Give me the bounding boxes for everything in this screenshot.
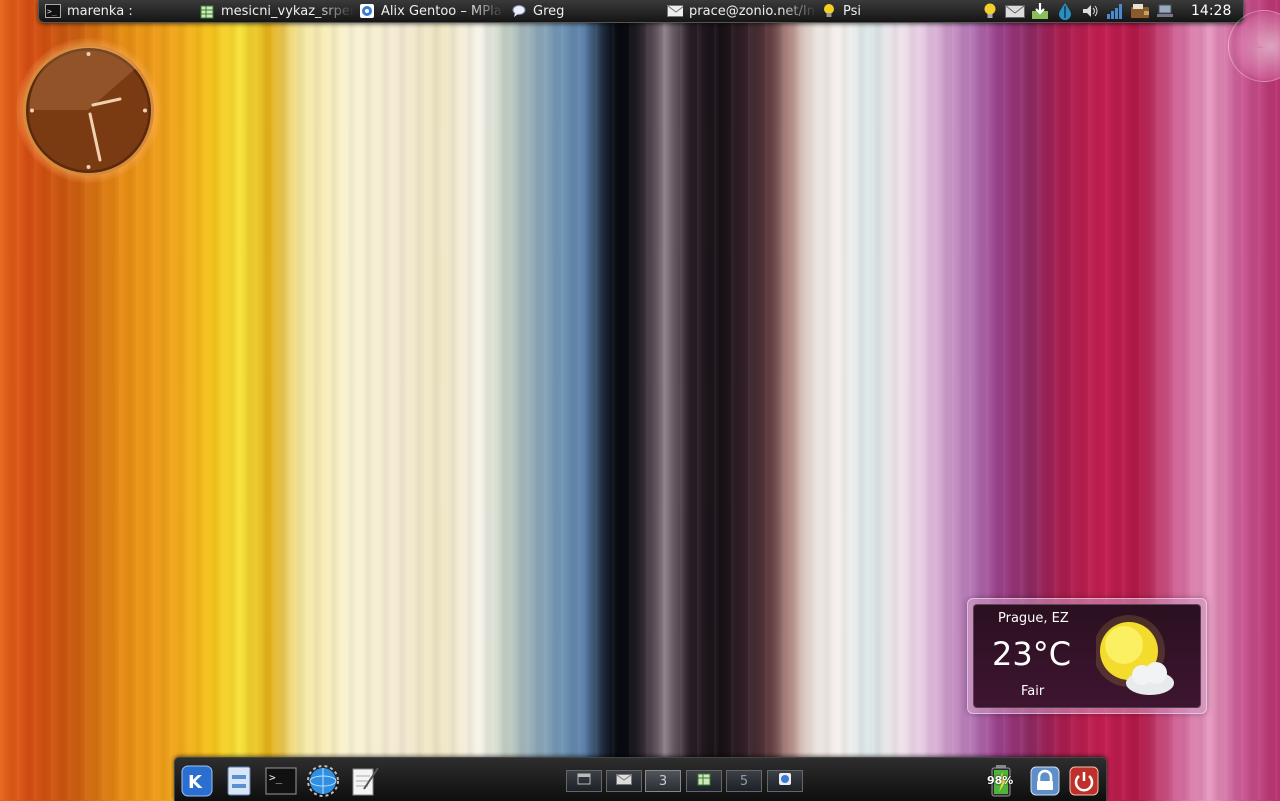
- weather-temperature: 23°C: [992, 635, 1072, 673]
- kde-menu-icon[interactable]: K: [180, 764, 214, 798]
- spreadsheet-icon: [697, 772, 711, 790]
- pager-desktop-3[interactable]: 3: [645, 770, 681, 792]
- volume-icon[interactable]: [1079, 1, 1101, 21]
- power-icon[interactable]: [1067, 764, 1101, 798]
- task-mail[interactable]: prace@zonio.net/Inbox: [667, 0, 817, 22]
- spreadsheet-icon: [199, 3, 215, 19]
- psi-status-icon[interactable]: [979, 1, 1001, 21]
- sun-cloud-icon: [1096, 615, 1174, 695]
- weather-widget[interactable]: Prague, EZ 23°C Fair: [967, 598, 1207, 714]
- text-editor-icon[interactable]: [348, 764, 382, 798]
- battery-percent: 98%: [987, 774, 1014, 787]
- weather-panel: Prague, EZ 23°C Fair: [973, 604, 1201, 708]
- mail-notify-icon[interactable]: [1004, 1, 1026, 21]
- weather-location: Prague, EZ: [998, 611, 1069, 626]
- terminal-icon[interactable]: >_: [264, 764, 298, 798]
- pager-desktop-5[interactable]: 5: [726, 770, 762, 792]
- pager-desktop-4[interactable]: [686, 770, 722, 792]
- task-mplayer[interactable]: Alix Gentoo – MPlayer: [359, 0, 504, 22]
- task-label: Alix Gentoo – MPlayer: [381, 3, 504, 19]
- lock-screen-icon[interactable]: [1028, 764, 1062, 798]
- mail-icon: [616, 773, 632, 789]
- laptop-icon[interactable]: [1154, 1, 1176, 21]
- task-terminal[interactable]: >_ marenka :: [45, 0, 180, 22]
- svg-text:>_: >_: [47, 7, 57, 16]
- signal-bars-icon[interactable]: [1104, 1, 1126, 21]
- analog-clock-widget[interactable]: [16, 38, 161, 183]
- task-label: marenka :: [67, 3, 133, 19]
- task-spreadsheet[interactable]: mesicni_vykaz_srpen: [199, 0, 354, 22]
- task-label: Greg: [533, 3, 565, 19]
- wallet-icon[interactable]: [1129, 1, 1151, 21]
- pager-desktop-2[interactable]: [606, 770, 642, 792]
- svg-text:K: K: [188, 772, 203, 793]
- system-tray: [979, 0, 1176, 22]
- top-panel: >_ marenka : mesicni_vykaz_srpen Alix Ge…: [38, 0, 1244, 23]
- moon-icon: ☾: [1249, 25, 1273, 55]
- task-label: Psi: [843, 3, 861, 19]
- panel-clock[interactable]: 14:28: [1191, 0, 1231, 22]
- bottom-panel: K >_ 3 5 98%: [174, 757, 1107, 801]
- terminal-icon: >_: [45, 3, 61, 19]
- browser-icon: [778, 772, 792, 790]
- clock-face: [23, 45, 154, 176]
- browser-icon: [359, 3, 375, 19]
- chat-bubble-icon: [511, 3, 527, 19]
- task-label: prace@zonio.net/Inbox: [689, 3, 817, 19]
- lightbulb-icon: [821, 3, 837, 19]
- mail-icon: [667, 3, 683, 19]
- pager-desktop-1[interactable]: [566, 770, 602, 792]
- web-browser-icon[interactable]: [306, 764, 340, 798]
- pager-desktop-6[interactable]: [767, 770, 803, 792]
- file-manager-icon[interactable]: [222, 764, 256, 798]
- task-psi[interactable]: Psi: [821, 0, 901, 22]
- weather-condition: Fair: [1021, 684, 1045, 699]
- svg-text:>_: >_: [269, 771, 283, 784]
- window-icon: [577, 773, 591, 789]
- download-icon[interactable]: [1029, 1, 1051, 21]
- network-drop-icon[interactable]: [1054, 1, 1076, 21]
- task-greg[interactable]: Greg: [511, 0, 601, 22]
- task-label: mesicni_vykaz_srpen: [221, 3, 354, 19]
